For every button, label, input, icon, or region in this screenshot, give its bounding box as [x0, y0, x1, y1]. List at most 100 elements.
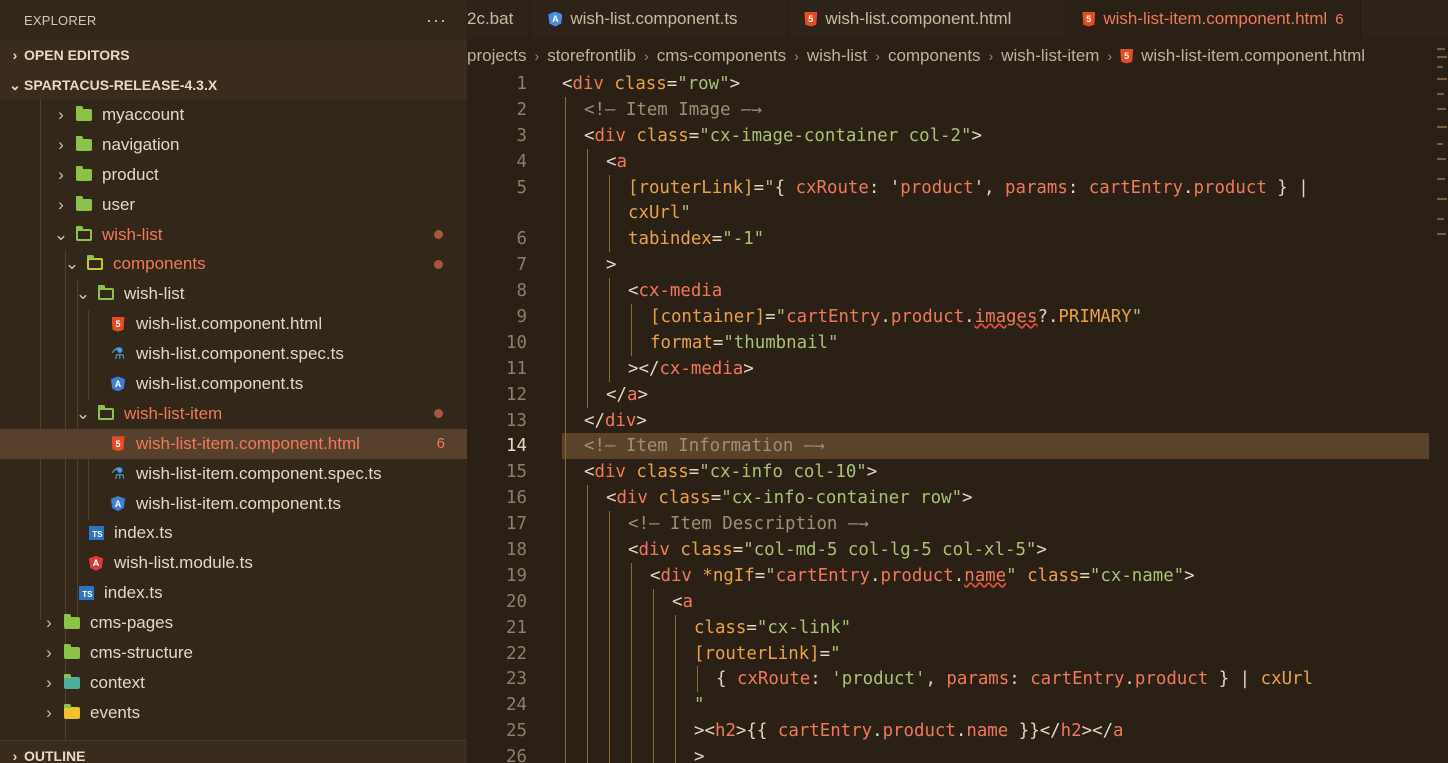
code-line[interactable]: 16 <div class="cx-info-container row">	[467, 485, 1448, 512]
line-number: 2	[516, 99, 527, 120]
minimap[interactable]	[1434, 38, 1448, 248]
tree-folder-context[interactable]: › context	[0, 668, 467, 698]
tab-wish-list-component-ts[interactable]: A wish-list.component.ts	[530, 0, 789, 38]
code-line[interactable]: 12 </a>	[467, 381, 1448, 408]
tree-file[interactable]: 5 wish-list.component.html	[0, 309, 467, 339]
chevron-right-icon: ›	[58, 134, 64, 154]
open-editors-section[interactable]: › OPEN EDITORS	[0, 40, 467, 70]
tree-folder-product[interactable]: › product	[0, 160, 467, 190]
breadcrumb-item[interactable]: 5 wish-list-item.component.html	[1120, 46, 1365, 66]
code-text: >	[694, 747, 705, 763]
indent-guide	[675, 640, 676, 667]
tree-item-label: user	[102, 194, 136, 214]
tree-file[interactable]: A wish-list-item.component.ts	[0, 489, 467, 519]
tree-item-label: wish-list-item.component.html	[136, 433, 360, 453]
tree-folder-wish-list[interactable]: ⌄ wish-list	[0, 220, 467, 250]
code-line[interactable]: 4 <a	[467, 148, 1448, 175]
tree-file[interactable]: TS index.ts	[0, 578, 467, 608]
code-line[interactable]: 14 <!— Item Information —→	[467, 433, 1448, 460]
code-line[interactable]: 7 >	[467, 252, 1448, 279]
tree-folder-components[interactable]: ⌄ components	[0, 249, 467, 279]
code-line[interactable]: 3 <div class="cx-image-container col-2">	[467, 122, 1448, 149]
tree-item-label: wish-list.module.ts	[114, 553, 253, 573]
code-line[interactable]: 24 "	[467, 692, 1448, 719]
code-line[interactable]: 15 <div class="cx-info col-10">	[467, 459, 1448, 486]
tree-file[interactable]: ⚗ wish-list.component.spec.ts	[0, 339, 467, 369]
code-line[interactable]: 25 ><h2>{{ cartEntry.product.name }}</h2>…	[467, 718, 1448, 745]
tab-wish-list-item-component-html[interactable]: 5 wish-list-item.component.html 6	[1066, 0, 1361, 38]
line-number: 11	[506, 358, 527, 379]
folder-icon	[76, 105, 92, 123]
breadcrumb-item[interactable]: projects	[467, 46, 527, 66]
code-line[interactable]: 22 [routerLink]="	[467, 640, 1448, 667]
code-line[interactable]: 23 { cxRoute: 'product', params: cartEntr…	[467, 666, 1448, 693]
indent-guide	[631, 329, 632, 356]
breadcrumb-item[interactable]: wish-list-item	[1001, 46, 1099, 66]
code-line[interactable]: 26 >	[467, 744, 1448, 763]
indent-guide	[609, 692, 610, 719]
tree-folder-cms-structure[interactable]: › cms-structure	[0, 638, 467, 668]
code-line[interactable]: 6 tabindex="-1"	[467, 226, 1448, 253]
tree-item-label: myaccount	[102, 104, 185, 124]
tree-folder-user[interactable]: › user	[0, 190, 467, 220]
indent-guide	[565, 666, 566, 693]
code-line[interactable]: 11 ></cx-media>	[467, 355, 1448, 382]
code-text: <div class="row">	[562, 73, 741, 94]
code-line[interactable]: 10 format="thumbnail"	[467, 329, 1448, 356]
indent-guide	[653, 744, 654, 763]
line-number: 9	[516, 306, 527, 327]
explorer-sidebar: EXPLORER ··· › OPEN EDITORS ⌄ SPARTACUS-…	[0, 0, 467, 763]
more-actions-icon[interactable]: ···	[426, 10, 447, 31]
code-editor[interactable]: 1 <div class="row"> 2 <!— Item Image —→ 3 <di…	[467, 71, 1448, 763]
line-number: 1	[516, 73, 527, 94]
tree-file[interactable]: TS index.ts	[0, 518, 467, 548]
indent-guide	[653, 588, 654, 615]
tree-folder-wish-list-item[interactable]: ⌄ wish-list-item	[0, 399, 467, 429]
code-line[interactable]: 21 class="cx-link"	[467, 614, 1448, 641]
tree-file[interactable]: A wish-list.component.ts	[0, 369, 467, 399]
tree-folder-cms-pages[interactable]: › cms-pages	[0, 608, 467, 638]
angular-icon: A	[548, 11, 563, 27]
code-line[interactable]: 9 [container]="cartEntry.product.images?.…	[467, 304, 1448, 330]
code-line[interactable]: 8 <cx-media	[467, 278, 1448, 305]
line-number: 14	[506, 436, 527, 457]
indent-guide	[565, 148, 566, 175]
breadcrumb-item[interactable]: cms-components	[657, 46, 786, 66]
tree-item-label: wish-list	[102, 224, 163, 244]
tab-wish-list-component-html[interactable]: 5 wish-list.component.html	[788, 0, 1067, 38]
outline-section[interactable]: › OUTLINE	[0, 740, 467, 763]
tree-folder-navigation[interactable]: › navigation	[0, 130, 467, 160]
line-number: 16	[506, 488, 527, 509]
indent-guide	[587, 614, 588, 641]
chevron-down-icon: ⌄	[75, 284, 91, 304]
tree-folder-events[interactable]: › events	[0, 698, 467, 728]
project-section[interactable]: ⌄ SPARTACUS-RELEASE-4.3.X	[0, 70, 467, 100]
code-line[interactable]: 17 <!— Item Description —→	[467, 511, 1448, 538]
line-number: 8	[516, 281, 527, 302]
code-line[interactable]: 1 <div class="row">	[467, 71, 1448, 97]
problems-count-badge: 6	[436, 435, 445, 453]
code-line[interactable]: cxUrl"	[467, 200, 1448, 227]
code-line[interactable]: 18 <div class="col-md-5 col-lg-5 col-xl-5…	[467, 537, 1448, 563]
tab-2c-bat[interactable]: 2c.bat	[467, 0, 531, 38]
breadcrumb-item[interactable]: wish-list	[807, 46, 867, 66]
tree-file[interactable]: ⚗ wish-list-item.component.spec.ts	[0, 459, 467, 489]
indent-guide	[631, 692, 632, 719]
tree-folder-myaccount[interactable]: › myaccount	[0, 100, 467, 130]
code-line[interactable]: 19 <div *ngIf="cartEntry.product.name" cl…	[467, 562, 1448, 589]
tree-file-selected[interactable]: 5 wish-list-item.component.html 6	[0, 428, 467, 459]
tree-item-label: wish-list.component.ts	[136, 373, 304, 393]
code-text: <!— Item Image —→	[584, 99, 762, 120]
code-line[interactable]: 13 </div>	[467, 407, 1448, 434]
breadcrumb-item[interactable]: storefrontlib	[547, 46, 636, 66]
breadcrumb-item[interactable]: components	[888, 46, 981, 66]
indent-guide	[675, 692, 676, 719]
indent-guide	[587, 252, 588, 279]
tree-item-label: cms-pages	[90, 613, 174, 633]
code-line[interactable]: 20 <a	[467, 588, 1448, 615]
tree-file[interactable]: A wish-list.module.ts	[0, 548, 467, 578]
code-line[interactable]: 5 [routerLink]="{ cxRoute: 'product', par…	[467, 174, 1448, 201]
code-line[interactable]: 2 <!— Item Image —→	[467, 96, 1448, 123]
tree-folder-wish-list-inner[interactable]: ⌄ wish-list	[0, 279, 467, 309]
html5-icon: 5	[804, 11, 818, 27]
